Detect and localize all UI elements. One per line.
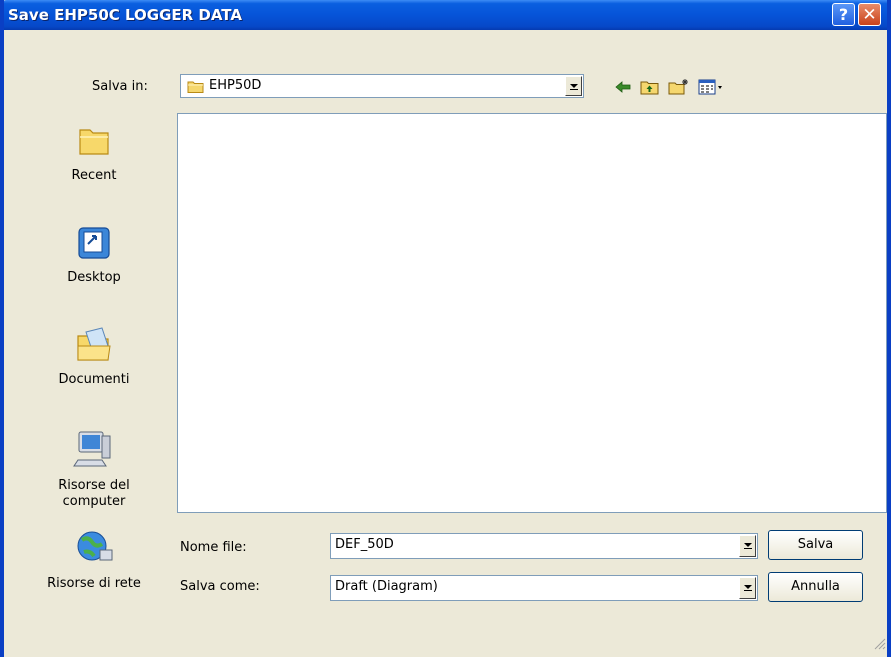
file-name-dropdown-button[interactable] [739, 535, 756, 557]
file-list[interactable] [177, 113, 887, 513]
new-folder-icon[interactable] [668, 78, 690, 96]
save-as-label: Salva come: [180, 579, 260, 594]
title-bar[interactable]: Save EHP50C LOGGER DATA ? ✕ [4, 0, 887, 30]
cancel-button[interactable]: Annulla [768, 572, 863, 602]
help-button[interactable]: ? [832, 3, 855, 26]
recent-folder-icon [79, 129, 109, 155]
file-name-label: Nome file: [180, 540, 247, 555]
place-recent[interactable]: Recent [34, 120, 154, 184]
network-places-icon [77, 531, 113, 561]
save-in-label: Salva in: [92, 79, 148, 94]
folder-icon [187, 81, 204, 93]
place-desktop[interactable]: Desktop [34, 222, 154, 286]
window-title: Save EHP50C LOGGER DATA [8, 6, 242, 24]
back-icon[interactable] [614, 78, 632, 96]
documents-icon [77, 327, 111, 361]
close-icon: ✕ [862, 4, 877, 25]
place-label: Risorse di rete [47, 576, 141, 591]
resize-grip-icon[interactable] [872, 636, 886, 650]
save-as-value: Draft (Diagram) [335, 579, 438, 594]
desktop-icon [78, 227, 110, 259]
help-icon: ? [838, 5, 849, 24]
file-name-value: DEF_50D [335, 537, 394, 552]
save-as-select[interactable]: Draft (Diagram) [330, 575, 758, 601]
close-button[interactable]: ✕ [858, 3, 881, 26]
save-as-dropdown-button[interactable] [739, 577, 756, 599]
file-name-field[interactable]: DEF_50D [330, 533, 758, 559]
place-label: Desktop [67, 270, 121, 285]
my-computer-icon [73, 431, 111, 467]
place-network[interactable]: Risorse di rete [34, 528, 154, 592]
save-in-select[interactable]: EHP50D [180, 74, 584, 98]
save-in-value: EHP50D [209, 78, 262, 93]
place-my-computer[interactable]: Risorse del computer [34, 426, 154, 510]
place-label: Risorse del computer [58, 478, 130, 509]
place-label: Recent [71, 168, 117, 183]
place-documents[interactable]: Documenti [34, 324, 154, 388]
save-button[interactable]: Salva [768, 530, 863, 560]
view-menu-icon[interactable] [698, 78, 726, 96]
up-folder-icon[interactable] [640, 78, 660, 96]
save-dialog: Save EHP50C LOGGER DATA ? ✕ Salva in: EH… [0, 0, 891, 657]
place-label: Documenti [58, 372, 130, 387]
save-in-dropdown-button[interactable] [565, 76, 582, 96]
